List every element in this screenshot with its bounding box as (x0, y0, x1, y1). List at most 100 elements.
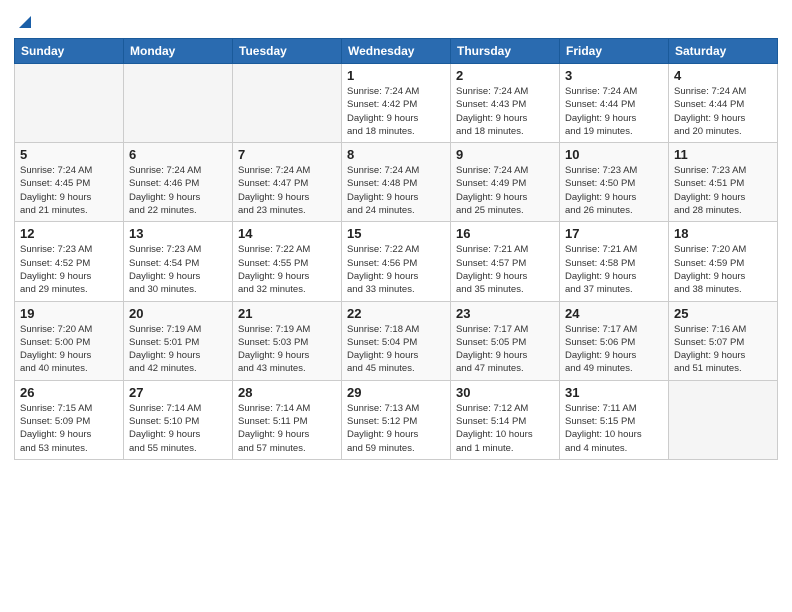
calendar-cell: 29Sunrise: 7:13 AM Sunset: 5:12 PM Dayli… (342, 380, 451, 459)
calendar-cell: 31 Sunrise: 7:11 AM Sunset: 5:15 PM Dayli… (560, 380, 669, 459)
day-number: 3 (565, 68, 663, 83)
day-number: 4 (674, 68, 772, 83)
calendar-cell: 20 Sunrise: 7:19 AM Sunset: 5:01 PM Dayli… (124, 301, 233, 380)
calendar-cell (15, 64, 124, 143)
day-info: Sunrise: 7:18 AM Sunset: 5:04 PM Dayligh… (347, 323, 445, 376)
day-number: 11 (674, 147, 772, 162)
day-number: 16 (456, 226, 554, 241)
day-info: Sunrise: 7:24 AM Sunset: 4:42 PM Dayligh… (347, 85, 445, 138)
calendar-cell: 25Sunrise: 7:16 AM Sunset: 5:07 PM Dayli… (669, 301, 778, 380)
calendar-cell (124, 64, 233, 143)
weekday-header-friday: Friday (560, 39, 669, 64)
day-number: 26 (20, 385, 118, 400)
day-info: Sunrise: 7:24 AM Sunset: 4:44 PM Dayligh… (565, 85, 663, 138)
calendar-cell: 30 Sunrise: 7:12 AM Sunset: 5:14 PM Dayli… (451, 380, 560, 459)
day-number: 27 (129, 385, 227, 400)
day-number: 13 (129, 226, 227, 241)
day-info: Sunrise: 7:22 AM Sunset: 4:55 PM Dayligh… (238, 243, 336, 296)
calendar-week-row-3: 12 Sunrise: 7:23 AM Sunset: 4:52 PM Dayli… (15, 222, 778, 301)
day-number: 5 (20, 147, 118, 162)
day-info: Sunrise: 7:16 AM Sunset: 5:07 PM Dayligh… (674, 323, 772, 376)
day-number: 10 (565, 147, 663, 162)
calendar-cell: 17 Sunrise: 7:21 AM Sunset: 4:58 PM Dayli… (560, 222, 669, 301)
calendar-cell: 3 Sunrise: 7:24 AM Sunset: 4:44 PM Daylig… (560, 64, 669, 143)
weekday-header-wednesday: Wednesday (342, 39, 451, 64)
day-number: 29 (347, 385, 445, 400)
day-number: 8 (347, 147, 445, 162)
calendar-cell: 6 Sunrise: 7:24 AM Sunset: 4:46 PM Daylig… (124, 143, 233, 222)
calendar-cell (669, 380, 778, 459)
weekday-header-tuesday: Tuesday (233, 39, 342, 64)
day-info: Sunrise: 7:11 AM Sunset: 5:15 PM Dayligh… (565, 402, 663, 455)
calendar-cell: 5 Sunrise: 7:24 AM Sunset: 4:45 PM Daylig… (15, 143, 124, 222)
day-info: Sunrise: 7:21 AM Sunset: 4:57 PM Dayligh… (456, 243, 554, 296)
weekday-header-monday: Monday (124, 39, 233, 64)
calendar-cell: 19 Sunrise: 7:20 AM Sunset: 5:00 PM Dayli… (15, 301, 124, 380)
day-number: 9 (456, 147, 554, 162)
calendar-cell: 14 Sunrise: 7:22 AM Sunset: 4:55 PM Dayli… (233, 222, 342, 301)
day-number: 14 (238, 226, 336, 241)
calendar-cell: 27 Sunrise: 7:14 AM Sunset: 5:10 PM Dayli… (124, 380, 233, 459)
calendar-cell: 4Sunrise: 7:24 AM Sunset: 4:44 PM Daylig… (669, 64, 778, 143)
calendar-cell: 1 Sunrise: 7:24 AM Sunset: 4:42 PM Daylig… (342, 64, 451, 143)
day-info: Sunrise: 7:14 AM Sunset: 5:11 PM Dayligh… (238, 402, 336, 455)
calendar-cell: 16 Sunrise: 7:21 AM Sunset: 4:57 PM Dayli… (451, 222, 560, 301)
day-number: 20 (129, 306, 227, 321)
calendar-cell: 22 Sunrise: 7:18 AM Sunset: 5:04 PM Dayli… (342, 301, 451, 380)
calendar-cell: 12 Sunrise: 7:23 AM Sunset: 4:52 PM Dayli… (15, 222, 124, 301)
calendar-cell: 23 Sunrise: 7:17 AM Sunset: 5:05 PM Dayli… (451, 301, 560, 380)
day-number: 2 (456, 68, 554, 83)
day-number: 23 (456, 306, 554, 321)
day-number: 22 (347, 306, 445, 321)
calendar-week-row-4: 19 Sunrise: 7:20 AM Sunset: 5:00 PM Dayli… (15, 301, 778, 380)
day-info: Sunrise: 7:24 AM Sunset: 4:46 PM Dayligh… (129, 164, 227, 217)
calendar-cell: 21Sunrise: 7:19 AM Sunset: 5:03 PM Dayli… (233, 301, 342, 380)
calendar-cell: 26 Sunrise: 7:15 AM Sunset: 5:09 PM Dayli… (15, 380, 124, 459)
calendar-cell: 11 Sunrise: 7:23 AM Sunset: 4:51 PM Dayli… (669, 143, 778, 222)
day-info: Sunrise: 7:14 AM Sunset: 5:10 PM Dayligh… (129, 402, 227, 455)
calendar-table: SundayMondayTuesdayWednesdayThursdayFrid… (14, 38, 778, 460)
weekday-header-sunday: Sunday (15, 39, 124, 64)
day-number: 21 (238, 306, 336, 321)
day-info: Sunrise: 7:23 AM Sunset: 4:51 PM Dayligh… (674, 164, 772, 217)
calendar-cell: 8Sunrise: 7:24 AM Sunset: 4:48 PM Daylig… (342, 143, 451, 222)
calendar-cell: 15Sunrise: 7:22 AM Sunset: 4:56 PM Dayli… (342, 222, 451, 301)
day-number: 12 (20, 226, 118, 241)
calendar-cell: 18Sunrise: 7:20 AM Sunset: 4:59 PM Dayli… (669, 222, 778, 301)
calendar-cell (233, 64, 342, 143)
day-number: 18 (674, 226, 772, 241)
day-number: 1 (347, 68, 445, 83)
day-info: Sunrise: 7:19 AM Sunset: 5:01 PM Dayligh… (129, 323, 227, 376)
header (14, 10, 778, 30)
day-number: 7 (238, 147, 336, 162)
day-info: Sunrise: 7:17 AM Sunset: 5:05 PM Dayligh… (456, 323, 554, 376)
day-number: 24 (565, 306, 663, 321)
day-info: Sunrise: 7:23 AM Sunset: 4:52 PM Dayligh… (20, 243, 118, 296)
weekday-header-thursday: Thursday (451, 39, 560, 64)
day-info: Sunrise: 7:17 AM Sunset: 5:06 PM Dayligh… (565, 323, 663, 376)
day-number: 6 (129, 147, 227, 162)
day-number: 19 (20, 306, 118, 321)
day-number: 28 (238, 385, 336, 400)
page: SundayMondayTuesdayWednesdayThursdayFrid… (0, 0, 792, 612)
calendar-cell: 13 Sunrise: 7:23 AM Sunset: 4:54 PM Dayli… (124, 222, 233, 301)
calendar-week-row-1: 1 Sunrise: 7:24 AM Sunset: 4:42 PM Daylig… (15, 64, 778, 143)
day-number: 30 (456, 385, 554, 400)
calendar-cell: 9 Sunrise: 7:24 AM Sunset: 4:49 PM Daylig… (451, 143, 560, 222)
day-info: Sunrise: 7:22 AM Sunset: 4:56 PM Dayligh… (347, 243, 445, 296)
day-info: Sunrise: 7:23 AM Sunset: 4:50 PM Dayligh… (565, 164, 663, 217)
day-info: Sunrise: 7:20 AM Sunset: 5:00 PM Dayligh… (20, 323, 118, 376)
day-info: Sunrise: 7:24 AM Sunset: 4:45 PM Dayligh… (20, 164, 118, 217)
day-info: Sunrise: 7:12 AM Sunset: 5:14 PM Dayligh… (456, 402, 554, 455)
weekday-header-row: SundayMondayTuesdayWednesdayThursdayFrid… (15, 39, 778, 64)
day-info: Sunrise: 7:23 AM Sunset: 4:54 PM Dayligh… (129, 243, 227, 296)
calendar-week-row-2: 5 Sunrise: 7:24 AM Sunset: 4:45 PM Daylig… (15, 143, 778, 222)
day-info: Sunrise: 7:24 AM Sunset: 4:47 PM Dayligh… (238, 164, 336, 217)
day-number: 31 (565, 385, 663, 400)
calendar-week-row-5: 26 Sunrise: 7:15 AM Sunset: 5:09 PM Dayli… (15, 380, 778, 459)
day-number: 17 (565, 226, 663, 241)
calendar-cell: 7 Sunrise: 7:24 AM Sunset: 4:47 PM Daylig… (233, 143, 342, 222)
day-info: Sunrise: 7:15 AM Sunset: 5:09 PM Dayligh… (20, 402, 118, 455)
day-info: Sunrise: 7:24 AM Sunset: 4:49 PM Dayligh… (456, 164, 554, 217)
day-info: Sunrise: 7:21 AM Sunset: 4:58 PM Dayligh… (565, 243, 663, 296)
